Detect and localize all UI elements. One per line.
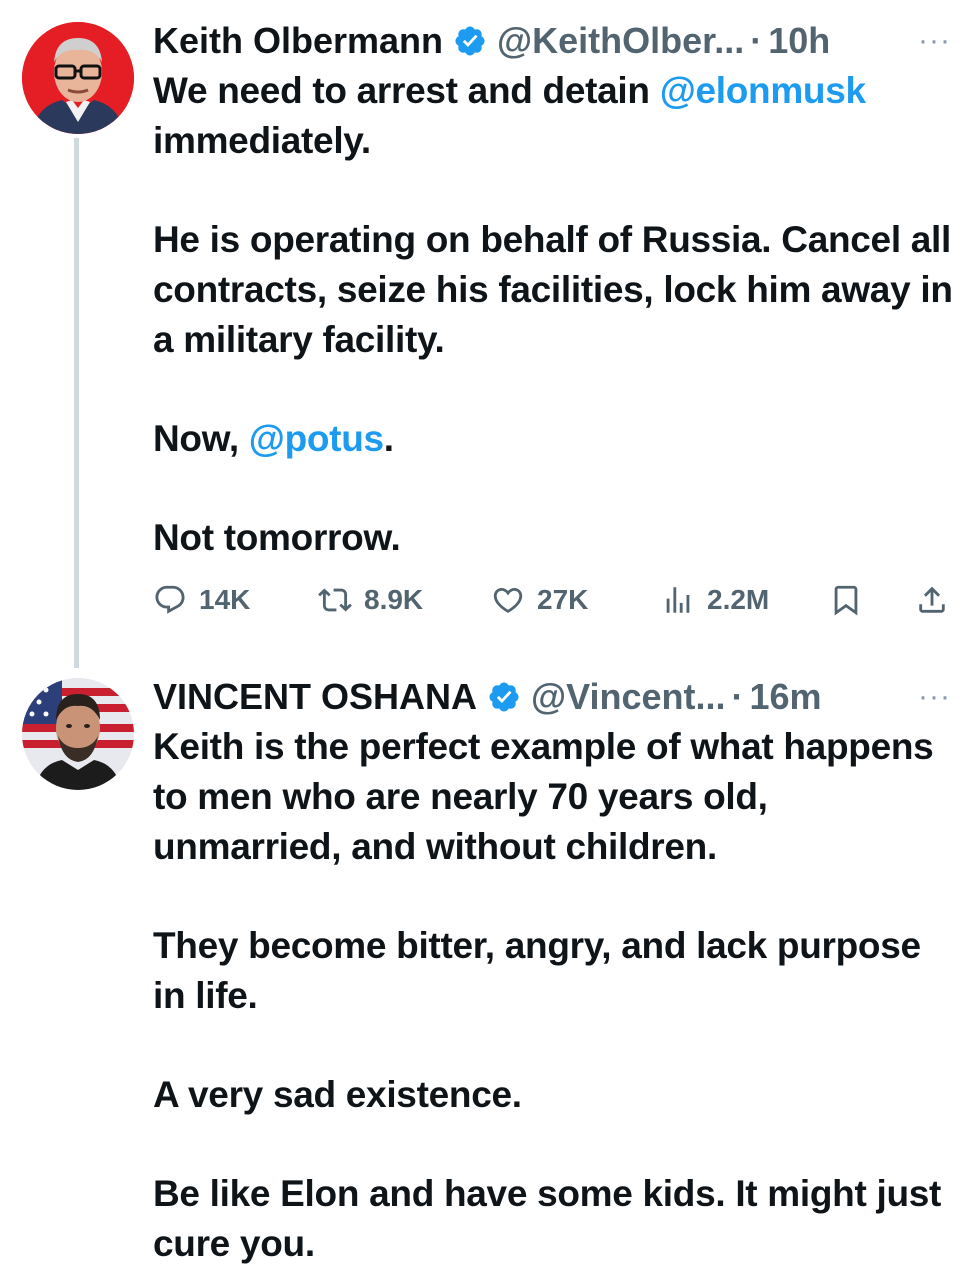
- reply-icon: [155, 585, 185, 614]
- reply-count: 14K: [199, 584, 251, 615]
- avatar[interactable]: [22, 22, 134, 134]
- action-bar: 14K 8.9K 27K 2.2M: [153, 578, 963, 622]
- text-span: We need to arrest and detain: [153, 70, 660, 111]
- mention-link[interactable]: @elonmusk: [660, 70, 866, 111]
- timestamp[interactable]: 10h: [768, 20, 830, 62]
- paragraph: He is operating on behalf of Russia. Can…: [153, 219, 953, 360]
- view-count: 2.2M: [707, 584, 770, 615]
- like-count: 27K: [537, 584, 589, 615]
- mention-link[interactable]: @potus: [249, 418, 384, 459]
- more-options-icon[interactable]: ···: [918, 18, 951, 64]
- repost-count: 8.9K: [364, 584, 424, 615]
- text-span: .: [383, 418, 394, 459]
- retweet-icon: [318, 588, 352, 612]
- avatar-portrait-image: [22, 678, 134, 790]
- repost-button[interactable]: 8.9K: [318, 578, 423, 622]
- separator-dot: ·: [750, 20, 763, 61]
- text-span: immediately.: [153, 120, 371, 161]
- paragraph: Now, @potus.: [153, 414, 953, 464]
- paragraph: Not tomorrow.: [153, 517, 401, 558]
- verified-badge-icon: [455, 26, 485, 56]
- views-icon: [666, 587, 690, 613]
- thread-connector-line: [74, 138, 79, 668]
- tweet-keith-olbermann[interactable]: Keith Olbermann @KeithOlber... · 10h ···…: [0, 0, 973, 668]
- tweet-header: Keith Olbermann @KeithOlber... · 10h: [153, 18, 953, 64]
- author-handle[interactable]: @KeithOlber...: [497, 20, 744, 62]
- share-icon: [919, 586, 945, 613]
- bookmark-button[interactable]: [829, 578, 863, 622]
- timestamp[interactable]: 16m: [750, 676, 822, 718]
- text-span: Now,: [153, 418, 249, 459]
- paragraph: A very sad existence.: [153, 1074, 522, 1115]
- author-name[interactable]: VINCENT OSHANA: [153, 676, 477, 718]
- separator-dot: ·: [731, 676, 744, 717]
- tweet-text: Keith is the perfect example of what hap…: [153, 722, 953, 1269]
- bookmark-icon: [834, 585, 858, 616]
- views-button[interactable]: 2.2M: [661, 578, 769, 622]
- paragraph: Be like Elon and have some kids. It migh…: [153, 1173, 942, 1264]
- author-name[interactable]: Keith Olbermann: [153, 20, 443, 62]
- avatar-portrait-image: [22, 22, 134, 134]
- heart-icon: [493, 587, 523, 613]
- tweet-header: VINCENT OSHANA @Vincent... · 16m: [153, 674, 953, 720]
- reply-button[interactable]: 14K: [153, 578, 250, 622]
- more-options-icon[interactable]: ···: [918, 674, 951, 720]
- verified-badge-icon: [489, 682, 519, 712]
- tweet-text: We need to arrest and detain @elonmusk i…: [153, 66, 953, 563]
- like-button[interactable]: 27K: [491, 578, 588, 622]
- share-button[interactable]: [915, 578, 949, 622]
- paragraph: They become bitter, angry, and lack purp…: [153, 925, 921, 1016]
- tweet-vincent-oshana[interactable]: VINCENT OSHANA @Vincent... · 16m ··· Kei…: [0, 660, 973, 1280]
- author-handle[interactable]: @Vincent...: [531, 676, 725, 718]
- paragraph: We need to arrest and detain @elonmusk i…: [153, 66, 953, 166]
- paragraph: Keith is the perfect example of what hap…: [153, 726, 934, 867]
- avatar[interactable]: [22, 678, 134, 790]
